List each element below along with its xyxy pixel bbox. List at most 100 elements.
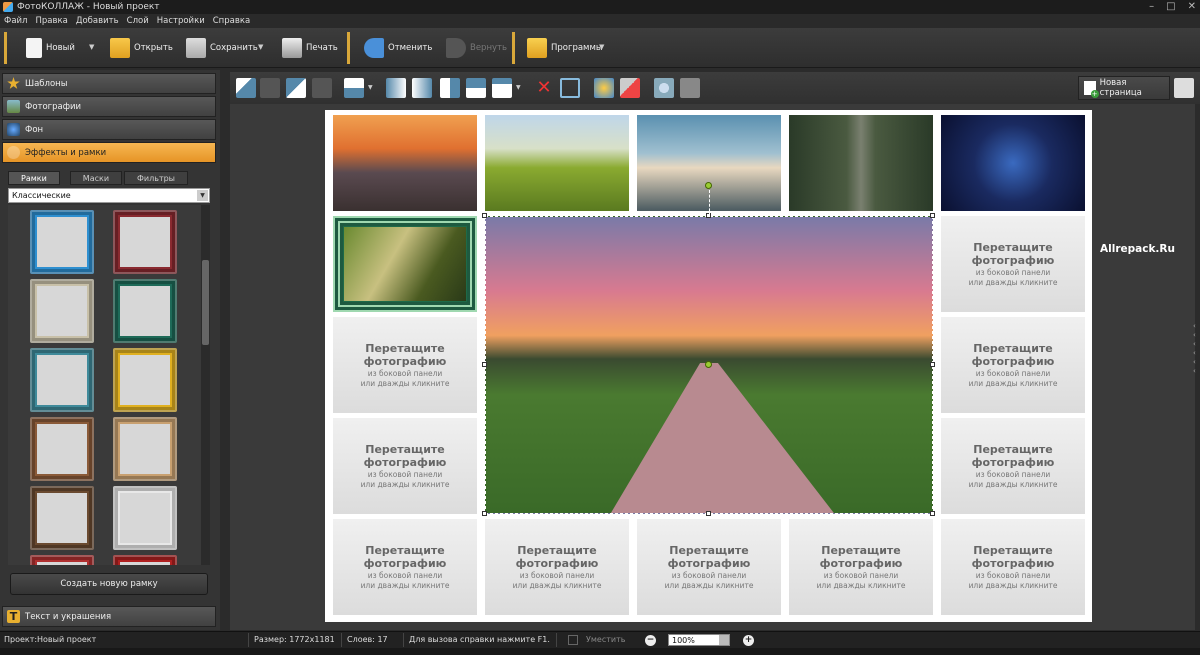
frame-category-select[interactable]: Классические ▼: [8, 188, 210, 203]
gear-icon[interactable]: [654, 78, 674, 98]
photo-placeholder[interactable]: Перетащите фотографию из боковой панели или…: [941, 418, 1085, 514]
bring-forward-icon[interactable]: [260, 78, 280, 98]
fit-button[interactable]: Уместить: [586, 635, 625, 644]
minimize-button[interactable]: –: [1149, 0, 1154, 14]
photo-placeholder[interactable]: Перетащите фотографию из боковой панели или…: [333, 519, 477, 615]
frame-thumbnail[interactable]: [113, 417, 177, 481]
resize-handle[interactable]: [482, 213, 487, 218]
frame-gallery-scrollbar[interactable]: [201, 205, 210, 565]
framed-photo[interactable]: [333, 216, 477, 312]
collage-photo[interactable]: [941, 115, 1085, 211]
menu-add[interactable]: Добавить: [76, 16, 119, 26]
programs-dropdown-arrow[interactable]: ▼: [599, 43, 604, 51]
frame-thumbnail[interactable]: [30, 279, 94, 343]
send-to-back-icon[interactable]: [312, 78, 332, 98]
photo-placeholder[interactable]: Перетащите фотографию из боковой панели или…: [333, 317, 477, 413]
resize-handle[interactable]: [930, 213, 935, 218]
section-text-decorations[interactable]: T Текст и украшения: [2, 606, 216, 627]
frame-thumbnail[interactable]: [113, 210, 177, 274]
send-backward-icon[interactable]: [286, 78, 306, 98]
frame-thumbnail[interactable]: [113, 555, 177, 565]
center-handle[interactable]: [705, 361, 712, 368]
align-icon[interactable]: [344, 78, 364, 98]
programs-button[interactable]: Программы: [527, 34, 603, 62]
section-photos[interactable]: Фотографии: [2, 96, 216, 117]
resize-handle[interactable]: [482, 511, 487, 516]
frame-thumbnail[interactable]: [30, 555, 94, 565]
save-dropdown-arrow[interactable]: ▼: [258, 43, 263, 51]
photo-placeholder[interactable]: Перетащите фотографию из боковой панели или…: [789, 519, 933, 615]
fit-icon[interactable]: [568, 635, 578, 645]
frame-thumbnail[interactable]: [30, 210, 94, 274]
page-options-icon[interactable]: [1174, 78, 1194, 98]
maximize-button[interactable]: □: [1166, 0, 1175, 14]
photo-placeholder[interactable]: Перетащите фотографию из боковой панели или…: [333, 418, 477, 514]
zoom-out-button[interactable]: −: [645, 635, 656, 646]
tab-filters[interactable]: Фильтры: [124, 171, 188, 185]
collage-photo[interactable]: [333, 115, 477, 211]
crop-icon[interactable]: [560, 78, 580, 98]
menu-edit[interactable]: Правка: [35, 16, 67, 26]
photo-placeholder[interactable]: Перетащите фотографию из боковой панели или…: [637, 519, 781, 615]
frame-thumbnail[interactable]: [113, 348, 177, 412]
rotate-handle[interactable]: [705, 182, 712, 189]
collage-photo[interactable]: [789, 115, 933, 211]
redo-button[interactable]: Вернуть: [446, 34, 507, 62]
align-dropdown-arrow[interactable]: ▼: [368, 84, 373, 91]
save-icon: [186, 38, 206, 58]
photo-placeholder[interactable]: Перетащите фотографию из боковой панели или…: [485, 519, 629, 615]
canvas-area: Перетащите фотографию из боковой панели или…: [230, 104, 1195, 630]
section-effects-frames[interactable]: Эффекты и рамки: [2, 142, 216, 163]
tab-frames[interactable]: Рамки: [8, 171, 60, 185]
resize-handle[interactable]: [482, 362, 487, 367]
delete-icon[interactable]: ✕: [534, 78, 554, 98]
photo-placeholder[interactable]: Перетащите фотографию из боковой панели или…: [941, 519, 1085, 615]
resize-handle[interactable]: [930, 511, 935, 516]
print-button[interactable]: Печать: [282, 34, 338, 62]
scrollbar-thumb[interactable]: [202, 260, 209, 345]
close-button[interactable]: ✕: [1188, 0, 1196, 14]
resize-handle[interactable]: [930, 362, 935, 367]
background-icon: [7, 123, 20, 136]
undo-button[interactable]: Отменить: [364, 34, 432, 62]
rotate-right-icon[interactable]: [412, 78, 432, 98]
frame-thumbnail[interactable]: [113, 279, 177, 343]
collage-photo[interactable]: [485, 115, 629, 211]
frame-thumbnail[interactable]: [30, 486, 94, 550]
brush-icon[interactable]: [620, 78, 640, 98]
resize-handle[interactable]: [706, 511, 711, 516]
save-button[interactable]: Сохранить: [186, 34, 258, 62]
layout-dropdown-arrow[interactable]: ▼: [516, 84, 521, 91]
open-button[interactable]: Открыть: [110, 34, 173, 62]
frame-thumbnail[interactable]: [30, 417, 94, 481]
photo-placeholder[interactable]: Перетащите фотографию из боковой панели или…: [941, 317, 1085, 413]
new-dropdown-arrow[interactable]: ▼: [89, 43, 94, 51]
tab-masks[interactable]: Маски: [69, 171, 123, 185]
menu-help[interactable]: Справка: [213, 16, 250, 26]
placeholder-title: Перетащите фотографию: [667, 543, 751, 570]
effects-icon[interactable]: [594, 78, 614, 98]
create-frame-button[interactable]: Создать новую рамку: [10, 573, 208, 595]
section-templates[interactable]: Шаблоны: [2, 73, 216, 94]
section-background[interactable]: Фон: [2, 119, 216, 140]
rotate-left-icon[interactable]: [386, 78, 406, 98]
frame-thumbnail[interactable]: [113, 486, 177, 550]
layout-icon[interactable]: [492, 78, 512, 98]
zoom-in-button[interactable]: +: [743, 635, 754, 646]
photo-placeholder[interactable]: Перетащите фотографию из боковой панели или…: [941, 216, 1085, 312]
star-icon: [7, 77, 20, 89]
right-panel-collapse-arrows[interactable]: ‹ ‹ ‹ ‹ ‹ ‹: [1193, 322, 1200, 376]
flip-vertical-icon[interactable]: [466, 78, 486, 98]
menu-settings[interactable]: Настройки: [157, 16, 205, 26]
new-page-button[interactable]: Новая страница: [1078, 76, 1170, 100]
new-button[interactable]: Новый: [26, 34, 75, 62]
flip-horizontal-icon[interactable]: [440, 78, 460, 98]
zoom-select[interactable]: 100%: [668, 634, 730, 646]
collage-page[interactable]: Перетащите фотографию из боковой панели или…: [325, 110, 1092, 622]
menu-file[interactable]: Файл: [4, 16, 27, 26]
lock-icon[interactable]: [680, 78, 700, 98]
menu-layer[interactable]: Слой: [127, 16, 149, 26]
bring-to-front-icon[interactable]: [236, 78, 256, 98]
frame-thumbnail[interactable]: [30, 348, 94, 412]
new-page-icon: [1084, 81, 1099, 98]
